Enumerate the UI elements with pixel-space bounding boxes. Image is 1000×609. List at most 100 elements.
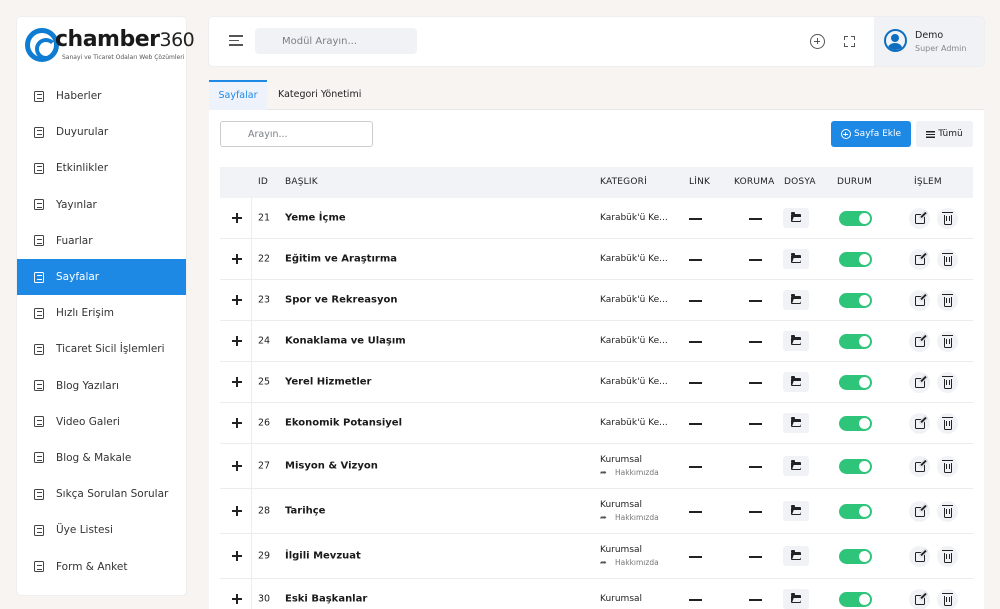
add-circle-icon[interactable] — [810, 34, 825, 49]
menu-toggle-icon[interactable] — [229, 35, 243, 46]
module-search-input[interactable] — [255, 28, 417, 54]
status-toggle[interactable] — [839, 415, 872, 431]
status-toggle[interactable] — [839, 503, 872, 519]
status-toggle[interactable] — [839, 210, 872, 226]
page-search-input[interactable] — [220, 121, 373, 147]
delete-button[interactable] — [937, 290, 958, 311]
status-toggle[interactable] — [839, 374, 872, 390]
sidebar-item-üye-listesi[interactable]: Üye Listesi — [17, 512, 186, 548]
drag-handle[interactable] — [220, 198, 252, 238]
status-toggle[interactable] — [839, 458, 872, 474]
drag-handle[interactable] — [220, 534, 252, 578]
col-file[interactable]: DOSYA — [784, 167, 816, 198]
sidebar-item-sayfalar[interactable]: Sayfalar — [17, 258, 186, 296]
file-button[interactable] — [783, 290, 809, 310]
trash-icon — [941, 505, 953, 518]
delete-button[interactable] — [937, 501, 958, 522]
sidebar-item-ticaret-sicil-i-şlemleri[interactable]: Ticaret Sicil İşlemleri — [17, 331, 186, 367]
drag-handle[interactable] — [220, 444, 252, 488]
sidebar-item-label: Üye Listesi — [56, 524, 113, 537]
edit-button[interactable] — [909, 208, 930, 229]
folder-icon — [791, 294, 801, 304]
file-button[interactable] — [783, 331, 809, 351]
table-row: 29 İlgili Mevzuat Kurumsal ➦ Hakkımızda — [220, 534, 973, 579]
drag-handle[interactable] — [220, 579, 252, 609]
delete-button[interactable] — [937, 249, 958, 270]
row-id: 26 — [258, 417, 271, 429]
file-button[interactable] — [783, 372, 809, 392]
sidebar-item-haberler[interactable]: Haberler — [17, 78, 186, 114]
sidebar-item-duyurular[interactable]: Duyurular — [17, 114, 186, 150]
brand-logo[interactable]: chamber360 Sanayi ve Ticaret Odaları Web… — [25, 26, 195, 66]
logo-text: chamber360 — [55, 27, 195, 52]
file-button[interactable] — [783, 208, 809, 228]
drag-handle[interactable] — [220, 280, 252, 320]
delete-button[interactable] — [937, 589, 958, 609]
status-toggle[interactable] — [839, 251, 872, 267]
delete-button[interactable] — [937, 413, 958, 434]
edit-button[interactable] — [909, 546, 930, 567]
edit-button[interactable] — [909, 290, 930, 311]
row-category: Kurumsal ➦ Hakkımızda — [600, 455, 659, 477]
clipboard-icon — [33, 561, 45, 573]
col-id[interactable]: ID — [258, 167, 268, 198]
col-title[interactable]: BAŞLIK — [285, 167, 318, 198]
col-protection[interactable]: KORUMA — [734, 167, 774, 198]
delete-button[interactable] — [937, 372, 958, 393]
status-toggle[interactable] — [839, 292, 872, 308]
col-action[interactable]: İŞLEM — [914, 167, 942, 198]
edit-button[interactable] — [909, 589, 930, 609]
sidebar-item-hızlı-erişim[interactable]: Hızlı Erişim — [17, 295, 186, 331]
file-button[interactable] — [783, 546, 809, 566]
file-button[interactable] — [783, 413, 809, 433]
col-link[interactable]: LİNK — [689, 167, 710, 198]
sidebar-item-yayınlar[interactable]: Yayınlar — [17, 187, 186, 223]
drag-handle[interactable] — [220, 321, 252, 361]
edit-button[interactable] — [909, 413, 930, 434]
drag-handle[interactable] — [220, 489, 252, 533]
drag-handle[interactable] — [220, 239, 252, 279]
file-button[interactable] — [783, 456, 809, 476]
table-row: 25 Yerel Hizmetler Karabük'ü Ke... — [220, 362, 973, 403]
file-button[interactable] — [783, 589, 809, 609]
edit-button[interactable] — [909, 249, 930, 270]
user-menu[interactable]: Demo Super Admin — [874, 17, 984, 66]
edit-icon — [914, 461, 925, 472]
sidebar-item-fuarlar[interactable]: Fuarlar — [17, 223, 186, 259]
status-toggle[interactable] — [839, 548, 872, 564]
table-row: 23 Spor ve Rekreasyon Karabük'ü Ke... — [220, 280, 973, 321]
sidebar-item-blog-makale[interactable]: Blog & Makale — [17, 440, 186, 476]
edit-button[interactable] — [909, 372, 930, 393]
row-title: Eğitim ve Araştırma — [285, 253, 397, 265]
file-button[interactable] — [783, 249, 809, 269]
file-button[interactable] — [783, 501, 809, 521]
avatar — [884, 29, 907, 52]
sidebar-item-blog-yazıları[interactable]: Blog Yazıları — [17, 368, 186, 404]
col-category[interactable]: KATEGORİ — [600, 167, 647, 198]
edit-button[interactable] — [909, 501, 930, 522]
table-row: 28 Tarihçe Kurumsal ➦ Hakkımızda — [220, 489, 973, 534]
tab-sayfalar[interactable]: Sayfalar — [209, 80, 267, 110]
col-status[interactable]: DURUM — [837, 167, 872, 198]
quill-icon — [33, 452, 45, 464]
delete-button[interactable] — [937, 456, 958, 477]
delete-button[interactable] — [937, 331, 958, 352]
sidebar-item-video-galeri[interactable]: Video Galeri — [17, 404, 186, 440]
status-toggle[interactable] — [839, 591, 872, 607]
edit-button[interactable] — [909, 456, 930, 477]
drag-handle[interactable] — [220, 403, 252, 443]
edit-button[interactable] — [909, 331, 930, 352]
filter-all-button[interactable]: Tümü — [916, 121, 973, 147]
list-icon — [33, 307, 45, 319]
tab-kategori-yonetimi[interactable]: Kategori Yönetimi — [278, 80, 361, 110]
drag-handle[interactable] — [220, 362, 252, 402]
delete-button[interactable] — [937, 208, 958, 229]
status-toggle[interactable] — [839, 333, 872, 349]
sidebar-item-form-anket[interactable]: Form & Anket — [17, 548, 186, 584]
add-page-button[interactable]: Sayfa Ekle — [831, 121, 911, 147]
fullscreen-icon[interactable] — [844, 36, 855, 47]
sidebar-item-etkinlikler[interactable]: Etkinlikler — [17, 150, 186, 186]
delete-button[interactable] — [937, 546, 958, 567]
sidebar-item-label: Yayınlar — [56, 198, 97, 211]
sidebar-item-sıkça-sorulan-sorular[interactable]: Sıkça Sorulan Sorular — [17, 476, 186, 512]
